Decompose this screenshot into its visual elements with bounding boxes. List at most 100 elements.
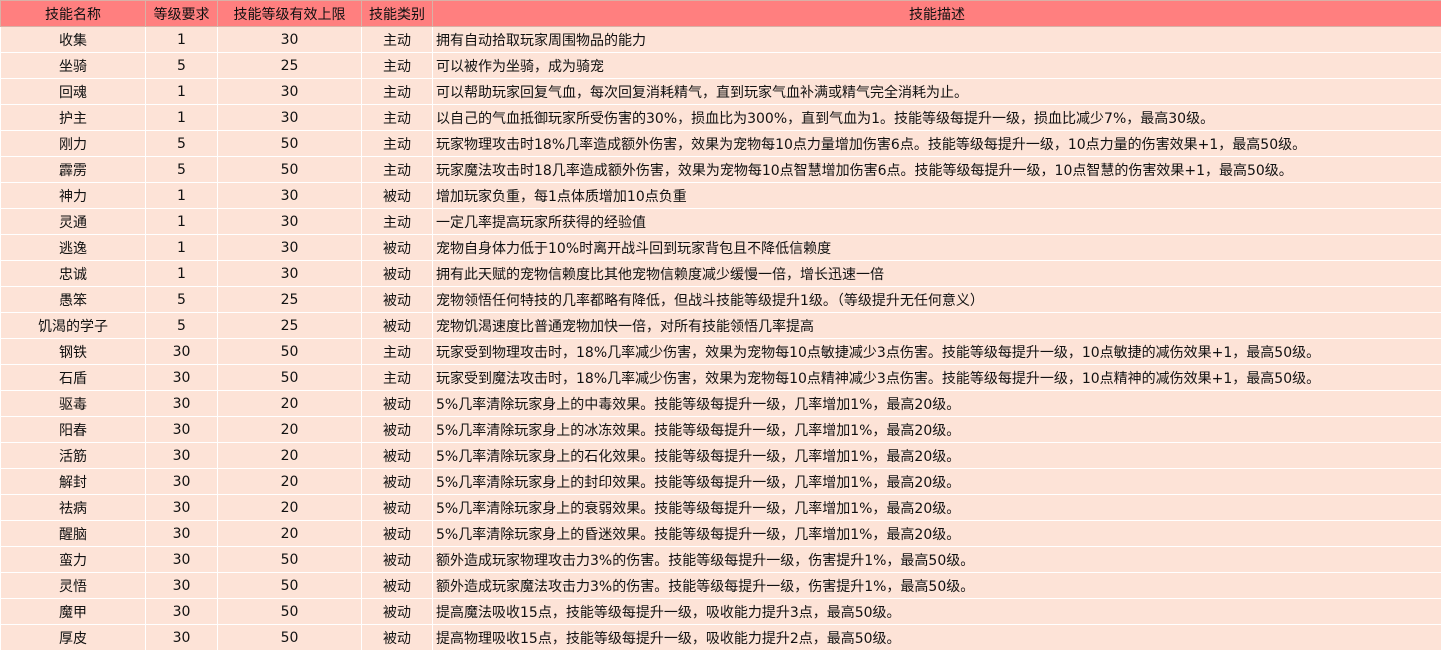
cell-skill-type[interactable]: 主动 [361, 104, 433, 131]
cell-level-requirement[interactable]: 1 [145, 260, 218, 287]
cell-skill-name[interactable]: 祛病 [0, 494, 146, 521]
cell-skill-description[interactable]: 提高魔法吸收15点，技能等级每提升一级，吸收能力提升3点，最高50级。 [432, 598, 1441, 625]
cell-level-cap[interactable]: 50 [217, 156, 362, 183]
cell-skill-description[interactable]: 可以帮助玩家回复气血，每次回复消耗精气，直到玩家气血补满或精气完全消耗为止。 [432, 78, 1441, 105]
cell-level-cap[interactable]: 20 [217, 468, 362, 495]
cell-skill-name[interactable]: 愚笨 [0, 286, 146, 313]
cell-skill-type[interactable]: 被动 [361, 468, 433, 495]
cell-level-requirement[interactable]: 1 [145, 104, 218, 131]
cell-level-requirement[interactable]: 1 [145, 234, 218, 261]
cell-level-requirement[interactable]: 30 [145, 598, 218, 625]
cell-skill-description[interactable]: 玩家受到物理攻击时，18%几率减少伤害，效果为宠物每10点敏捷减少3点伤害。技能… [432, 338, 1441, 365]
cell-skill-type[interactable]: 主动 [361, 52, 433, 79]
cell-skill-type[interactable]: 主动 [361, 338, 433, 365]
cell-skill-description[interactable]: 额外造成玩家魔法攻击力3%的伤害。技能等级每提升一级，伤害提升1%，最高50级。 [432, 572, 1441, 599]
cell-skill-description[interactable]: 5%几率清除玩家身上的衰弱效果。技能等级每提升一级，几率增加1%，最高20级。 [432, 494, 1441, 521]
cell-skill-description[interactable]: 宠物自身体力低于10%时离开战斗回到玩家背包且不降低信赖度 [432, 234, 1441, 261]
cell-skill-type[interactable]: 被动 [361, 572, 433, 599]
cell-level-requirement[interactable]: 1 [145, 182, 218, 209]
header-skill-description[interactable]: 技能描述 [432, 0, 1441, 27]
header-skill-type[interactable]: 技能类别 [361, 0, 433, 27]
cell-skill-type[interactable]: 主动 [361, 130, 433, 157]
cell-skill-type[interactable]: 被动 [361, 624, 433, 651]
cell-skill-description[interactable]: 5%几率清除玩家身上的中毒效果。技能等级每提升一级，几率增加1%，最高20级。 [432, 390, 1441, 417]
cell-skill-type[interactable]: 被动 [361, 286, 433, 313]
cell-level-requirement[interactable]: 5 [145, 52, 218, 79]
cell-skill-description[interactable]: 可以被作为坐骑，成为骑宠 [432, 52, 1441, 79]
cell-level-cap[interactable]: 20 [217, 390, 362, 417]
header-level-cap[interactable]: 技能等级有效上限 [217, 0, 362, 27]
cell-skill-type[interactable]: 主动 [361, 26, 433, 53]
cell-skill-name[interactable]: 灵通 [0, 208, 146, 235]
cell-skill-description[interactable]: 玩家受到魔法攻击时，18%几率减少伤害，效果为宠物每10点精神减少3点伤害。技能… [432, 364, 1441, 391]
cell-skill-name[interactable]: 石盾 [0, 364, 146, 391]
cell-skill-name[interactable]: 护主 [0, 104, 146, 131]
cell-skill-description[interactable]: 拥有自动拾取玩家周围物品的能力 [432, 26, 1441, 53]
cell-skill-type[interactable]: 被动 [361, 494, 433, 521]
cell-level-requirement[interactable]: 5 [145, 286, 218, 313]
cell-skill-name[interactable]: 钢铁 [0, 338, 146, 365]
cell-level-cap[interactable]: 50 [217, 546, 362, 573]
cell-skill-name[interactable]: 醒脑 [0, 520, 146, 547]
cell-skill-type[interactable]: 被动 [361, 598, 433, 625]
cell-level-requirement[interactable]: 1 [145, 208, 218, 235]
cell-skill-name[interactable]: 厚皮 [0, 624, 146, 651]
cell-skill-description[interactable]: 提高物理吸收15点，技能等级每提升一级，吸收能力提升2点，最高50级。 [432, 624, 1441, 651]
cell-level-requirement[interactable]: 5 [145, 312, 218, 339]
cell-level-requirement[interactable]: 5 [145, 156, 218, 183]
cell-skill-name[interactable]: 霹雳 [0, 156, 146, 183]
cell-level-requirement[interactable]: 5 [145, 130, 218, 157]
cell-level-cap[interactable]: 20 [217, 416, 362, 443]
cell-skill-name[interactable]: 饥渴的学子 [0, 312, 146, 339]
cell-skill-name[interactable]: 活筋 [0, 442, 146, 469]
cell-skill-type[interactable]: 主动 [361, 78, 433, 105]
cell-level-requirement[interactable]: 30 [145, 546, 218, 573]
cell-level-cap[interactable]: 30 [217, 234, 362, 261]
cell-level-requirement[interactable]: 30 [145, 442, 218, 469]
cell-skill-description[interactable]: 以自己的气血抵御玩家所受伤害的30%，损血比为300%，直到气血为1。技能等级每… [432, 104, 1441, 131]
cell-skill-description[interactable]: 一定几率提高玩家所获得的经验值 [432, 208, 1441, 235]
cell-level-cap[interactable]: 50 [217, 130, 362, 157]
cell-skill-name[interactable]: 回魂 [0, 78, 146, 105]
cell-level-cap[interactable]: 50 [217, 364, 362, 391]
cell-skill-name[interactable]: 刚力 [0, 130, 146, 157]
cell-level-cap[interactable]: 20 [217, 494, 362, 521]
cell-skill-name[interactable]: 逃逸 [0, 234, 146, 261]
header-skill-name[interactable]: 技能名称 [0, 0, 146, 27]
cell-level-cap[interactable]: 25 [217, 52, 362, 79]
cell-level-cap[interactable]: 30 [217, 182, 362, 209]
cell-skill-name[interactable]: 忠诚 [0, 260, 146, 287]
cell-level-requirement[interactable]: 30 [145, 572, 218, 599]
cell-level-requirement[interactable]: 30 [145, 520, 218, 547]
cell-skill-type[interactable]: 主动 [361, 156, 433, 183]
cell-skill-type[interactable]: 被动 [361, 312, 433, 339]
cell-level-requirement[interactable]: 30 [145, 338, 218, 365]
cell-level-requirement[interactable]: 1 [145, 78, 218, 105]
cell-skill-type[interactable]: 主动 [361, 208, 433, 235]
cell-skill-type[interactable]: 被动 [361, 442, 433, 469]
cell-skill-description[interactable]: 5%几率清除玩家身上的封印效果。技能等级每提升一级，几率增加1%，最高20级。 [432, 468, 1441, 495]
cell-level-cap[interactable]: 30 [217, 26, 362, 53]
cell-skill-description[interactable]: 5%几率清除玩家身上的冰冻效果。技能等级每提升一级，几率增加1%，最高20级。 [432, 416, 1441, 443]
cell-skill-type[interactable]: 被动 [361, 520, 433, 547]
cell-skill-name[interactable]: 坐骑 [0, 52, 146, 79]
cell-skill-name[interactable]: 解封 [0, 468, 146, 495]
cell-skill-type[interactable]: 被动 [361, 416, 433, 443]
cell-level-cap[interactable]: 50 [217, 624, 362, 651]
cell-skill-name[interactable]: 收集 [0, 26, 146, 53]
cell-level-cap[interactable]: 30 [217, 104, 362, 131]
cell-level-cap[interactable]: 20 [217, 520, 362, 547]
cell-level-requirement[interactable]: 1 [145, 26, 218, 53]
cell-skill-type[interactable]: 被动 [361, 546, 433, 573]
cell-skill-name[interactable]: 魔甲 [0, 598, 146, 625]
cell-level-cap[interactable]: 30 [217, 78, 362, 105]
cell-skill-type[interactable]: 主动 [361, 364, 433, 391]
cell-level-requirement[interactable]: 30 [145, 468, 218, 495]
cell-skill-name[interactable]: 灵悟 [0, 572, 146, 599]
cell-skill-description[interactable]: 增加玩家负重，每1点体质增加10点负重 [432, 182, 1441, 209]
cell-skill-description[interactable]: 5%几率清除玩家身上的石化效果。技能等级每提升一级，几率增加1%，最高20级。 [432, 442, 1441, 469]
cell-skill-description[interactable]: 宠物领悟任何特技的几率都略有降低，但战斗技能等级提升1级。（等级提升无任何意义） [432, 286, 1441, 313]
header-level-requirement[interactable]: 等级要求 [145, 0, 218, 27]
cell-level-requirement[interactable]: 30 [145, 364, 218, 391]
cell-level-cap[interactable]: 30 [217, 208, 362, 235]
